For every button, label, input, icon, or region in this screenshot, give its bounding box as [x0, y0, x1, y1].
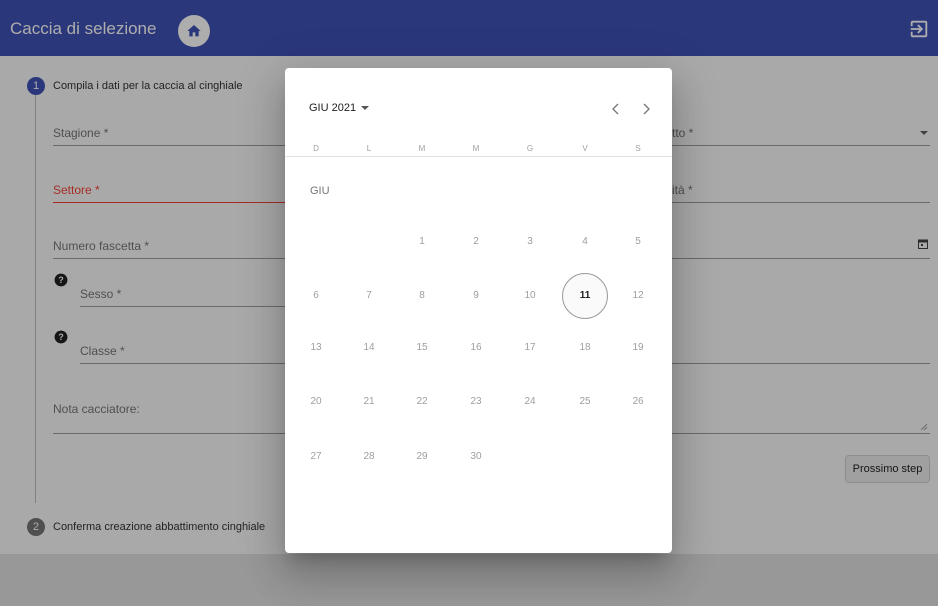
next-month-button[interactable]: [637, 100, 655, 118]
picker-divider: [285, 156, 672, 157]
calendar-day[interactable]: 30: [453, 434, 499, 480]
calendar-day[interactable]: 8: [399, 273, 445, 319]
date-picker-dialog: GIU 2021 DLMMGVS GIU 1 2 3 4 5 6 7 8 9 10 11 12 13 14…: [285, 68, 672, 553]
calendar-day[interactable]: 7: [346, 273, 392, 319]
calendar-day[interactable]: 17: [507, 325, 553, 371]
calendar-day[interactable]: 24: [507, 379, 553, 425]
calendar-day[interactable]: 27: [293, 434, 339, 480]
calendar-day[interactable]: 22: [399, 379, 445, 425]
calendar-day[interactable]: 10: [507, 273, 553, 319]
calendar-day[interactable]: 21: [346, 379, 392, 425]
period-selector-button[interactable]: GIU 2021: [309, 102, 370, 118]
caret-down-icon: [361, 106, 370, 111]
weekday-label: V: [582, 144, 588, 153]
calendar-day[interactable]: 13: [293, 325, 339, 371]
calendar-day[interactable]: 12: [615, 273, 661, 319]
calendar-day[interactable]: 29: [399, 434, 445, 480]
weekday-label: L: [366, 144, 372, 153]
weekday-header: DLMMGVS: [285, 144, 672, 156]
calendar-day[interactable]: 23: [453, 379, 499, 425]
chevron-left-icon: [612, 103, 619, 115]
calendar-day[interactable]: 2: [453, 219, 499, 265]
period-label: GIU 2021: [309, 102, 357, 114]
calendar-day[interactable]: 20: [293, 379, 339, 425]
calendar-day[interactable]: 14: [346, 325, 392, 371]
weekday-label: M: [418, 144, 426, 153]
month-label: GIU: [310, 185, 330, 197]
calendar-day[interactable]: 25: [562, 379, 608, 425]
previous-month-button[interactable]: [607, 100, 625, 118]
weekday-label: M: [472, 144, 480, 153]
calendar-day[interactable]: 9: [453, 273, 499, 319]
weekday-label: G: [526, 144, 534, 153]
calendar-day[interactable]: 1: [399, 219, 445, 265]
weekday-label: S: [635, 144, 641, 153]
calendar-day[interactable]: 28: [346, 434, 392, 480]
calendar-day[interactable]: 16: [453, 325, 499, 371]
calendar-day[interactable]: 18: [562, 325, 608, 371]
calendar-day[interactable]: 26: [615, 379, 661, 425]
calendar-day[interactable]: 3: [507, 219, 553, 265]
calendar-day[interactable]: 5: [615, 219, 661, 265]
calendar-day[interactable]: 15: [399, 325, 445, 371]
calendar-day[interactable]: 19: [615, 325, 661, 371]
calendar-day-today[interactable]: 11: [562, 273, 608, 319]
weekday-label: D: [313, 144, 319, 153]
chevron-right-icon: [643, 103, 650, 115]
calendar-day[interactable]: 4: [562, 219, 608, 265]
calendar-day[interactable]: 6: [293, 273, 339, 319]
